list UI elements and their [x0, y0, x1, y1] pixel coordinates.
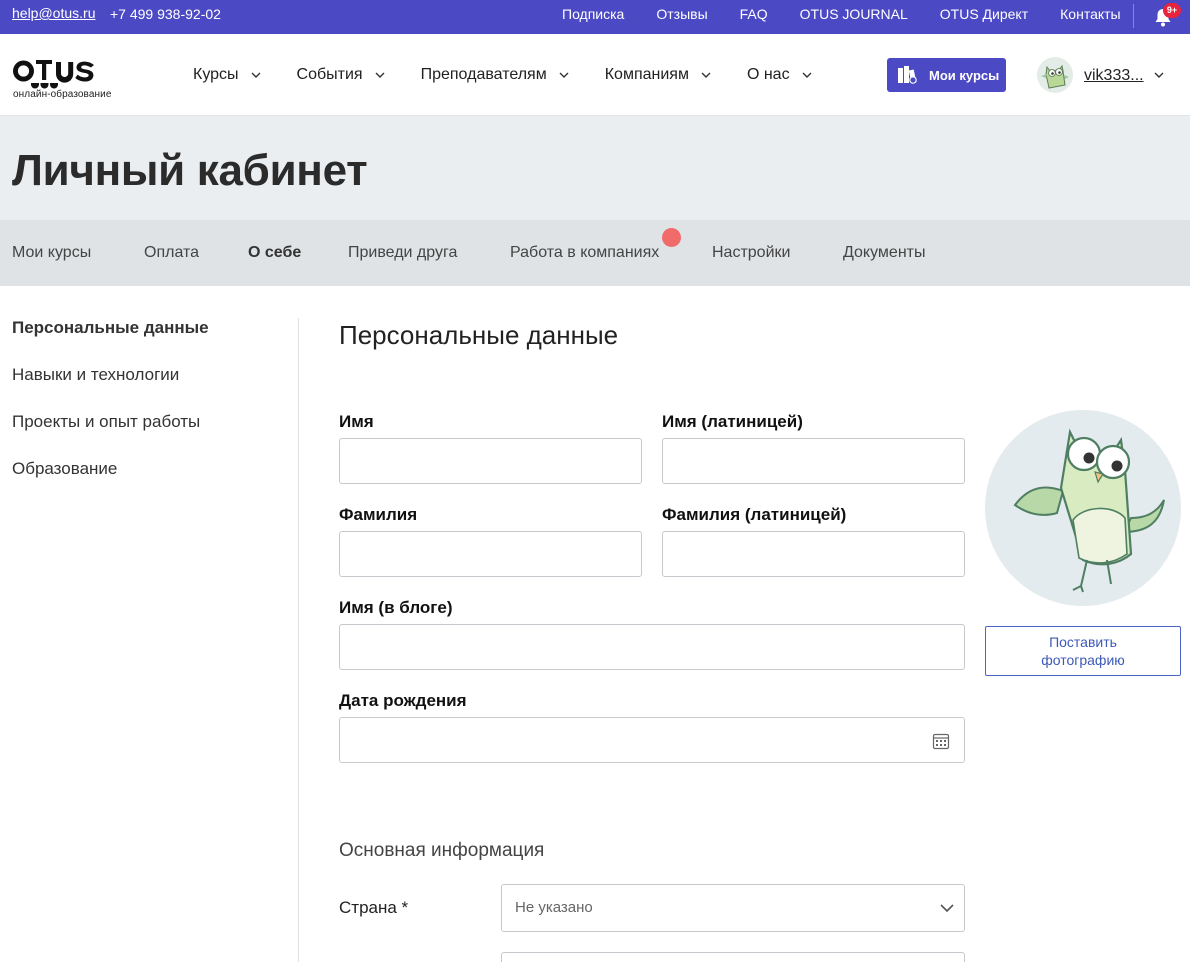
nav-item-label: Компаниям [604, 66, 689, 83]
tab-my-courses[interactable]: Мои курсы [12, 244, 91, 262]
tab-company-work[interactable]: Работа в компаниях [510, 244, 659, 262]
nav-item-teachers[interactable]: Преподавателям [421, 66, 569, 84]
top-link-reviews[interactable]: Отзывы [656, 6, 707, 22]
tab-invite-friend[interactable]: Приведи друга [348, 244, 457, 262]
page-title-band: Личный кабинет [0, 116, 1190, 220]
nav-item-label: События [296, 66, 363, 83]
books-icon [898, 66, 917, 84]
blog-name-input[interactable] [339, 624, 965, 670]
top-links: Подписка Отзывы FAQ OTUS JOURNAL OTUS Ди… [562, 6, 1153, 22]
calendar-icon[interactable] [932, 732, 950, 750]
my-courses-button[interactable]: Мои курсы [887, 58, 1006, 92]
chevron-down-icon [375, 72, 385, 78]
section-heading: Персональные данные [339, 320, 619, 350]
nav-item-label: О нас [746, 66, 790, 83]
account-tabs: Мои курсы Оплата О себе Приведи друга Ра… [0, 220, 1190, 286]
notification-badge: 9+ [1163, 3, 1181, 18]
last-name-input[interactable] [339, 531, 642, 577]
side-divider [298, 318, 299, 962]
logo-subtitle: онлайн-образование [13, 89, 112, 100]
chevron-down-icon [940, 904, 954, 912]
birth-date-input[interactable] [339, 717, 965, 763]
nav-item-about[interactable]: О нас [747, 66, 812, 84]
nav-item-label: Курсы [193, 66, 239, 83]
last-name-latin-label: Фамилия (латиницей) [662, 505, 847, 524]
main-header: онлайн-образование Курсы События Препода… [0, 34, 1190, 116]
first-name-latin-input[interactable] [662, 438, 965, 484]
top-link-subscription[interactable]: Подписка [562, 6, 624, 22]
chevron-down-icon [701, 72, 711, 78]
profile-photo-placeholder [985, 410, 1181, 606]
support-email-link[interactable]: help@otus.ru [12, 5, 95, 21]
main-nav: Курсы События Преподавателям Компаниям О… [193, 66, 848, 84]
tab-payment[interactable]: Оплата [144, 244, 199, 262]
chevron-down-icon [802, 72, 812, 78]
user-name-link[interactable]: vik333... [1084, 67, 1144, 85]
blog-name-label: Имя (в блоге) [339, 598, 453, 617]
top-bar: help@otus.ru +7 499 938-92-02 Подписка О… [0, 0, 1190, 34]
owl-mascot-icon [1013, 428, 1165, 593]
top-link-contacts[interactable]: Контакты [1060, 6, 1120, 22]
next-select-field[interactable] [501, 952, 965, 962]
first-name-latin-label: Имя (латиницей) [662, 412, 803, 431]
country-label: Страна * [339, 898, 409, 917]
side-item-personal-data[interactable]: Персональные данные [12, 318, 209, 338]
chevron-down-icon [559, 72, 569, 78]
birth-date-label: Дата рождения [339, 691, 467, 710]
side-item-education[interactable]: Образование [12, 459, 117, 479]
basic-info-heading: Основная информация [339, 840, 545, 861]
top-link-journal[interactable]: OTUS JOURNAL [800, 6, 908, 22]
tab-settings[interactable]: Настройки [712, 244, 790, 262]
country-select-value: Не указано [515, 899, 593, 916]
top-bar-divider [1133, 4, 1134, 28]
country-select[interactable]: Не указано [501, 884, 965, 932]
tab-about-me[interactable]: О себе [248, 244, 301, 262]
last-name-label: Фамилия [339, 505, 418, 524]
first-name-label: Имя [339, 412, 374, 431]
last-name-latin-input[interactable] [662, 531, 965, 577]
page-title: Личный кабинет [12, 146, 368, 195]
chevron-down-icon [251, 72, 261, 78]
tab-notification-dot [662, 228, 681, 247]
upload-photo-button[interactable]: Поставить фотографию [985, 626, 1181, 676]
first-name-input[interactable] [339, 438, 642, 484]
support-phone[interactable]: +7 499 938-92-02 [110, 6, 221, 22]
top-link-faq[interactable]: FAQ [740, 6, 768, 22]
avatar[interactable] [1037, 57, 1073, 93]
nav-item-label: Преподавателям [420, 66, 547, 83]
top-link-direct[interactable]: OTUS Директ [940, 6, 1028, 22]
side-item-skills[interactable]: Навыки и технологии [12, 365, 179, 385]
nav-item-courses[interactable]: Курсы [193, 66, 261, 84]
side-item-projects[interactable]: Проекты и опыт работы [12, 412, 200, 432]
nav-item-companies[interactable]: Компаниям [605, 66, 711, 84]
nav-item-events[interactable]: События [297, 66, 385, 84]
chevron-down-icon[interactable] [1154, 72, 1164, 78]
owl-avatar-icon [1041, 64, 1069, 89]
my-courses-label: Мои курсы [929, 67, 1000, 83]
tab-documents[interactable]: Документы [843, 244, 925, 262]
